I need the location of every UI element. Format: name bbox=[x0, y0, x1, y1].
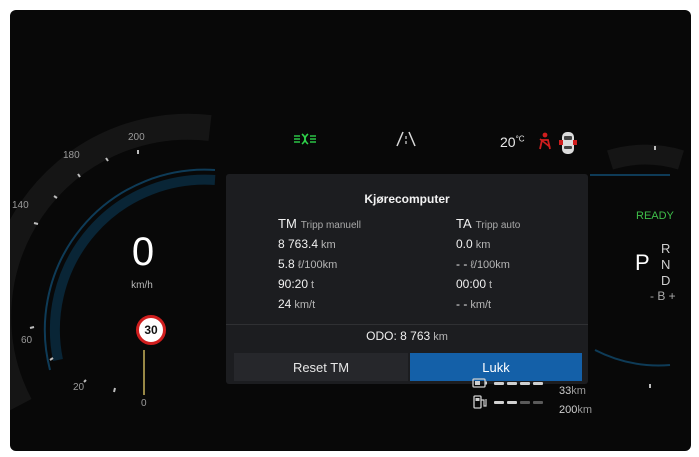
ready-indicator: READY bbox=[636, 210, 674, 222]
fuel-range: 200km bbox=[559, 404, 592, 416]
speed-scale-label: 0 bbox=[141, 398, 147, 409]
gear-park: P bbox=[635, 250, 650, 275]
tm-avg-speed-value: 24 bbox=[278, 297, 292, 311]
trip-computer-dialog: Kjørecomputer TM Tripp manuell TA Tripp au… bbox=[226, 174, 588, 384]
road-icon bbox=[396, 131, 416, 147]
fuel-pump-icon bbox=[473, 395, 487, 409]
speed-scale-label: 20 bbox=[73, 382, 85, 393]
tm-time: 90:20 t bbox=[278, 277, 314, 291]
trip-manual-code: TM bbox=[278, 216, 297, 231]
tm-time-value: 90:20 bbox=[278, 277, 309, 291]
temperature-unit: °C bbox=[515, 134, 525, 144]
battery-bar-segment bbox=[520, 382, 530, 385]
electric-range-value: 33 bbox=[559, 385, 572, 397]
right-gauge-outer-arc bbox=[607, 144, 684, 170]
ta-consumption-unit: ℓ/100km bbox=[470, 259, 510, 271]
trip-auto-code: TA bbox=[456, 216, 472, 231]
instrument-cluster: 200 180 140 60 20 0 0 km/h 30 20°C READY… bbox=[10, 10, 691, 451]
fuel-bar-segment bbox=[520, 401, 530, 404]
tm-consumption-value: 5.8 bbox=[278, 257, 295, 271]
fuel-bar-segment bbox=[494, 401, 504, 404]
dialog-title: Kjørecomputer bbox=[364, 192, 450, 206]
speed-unit-label: km/h bbox=[131, 280, 153, 291]
fuel-range-value: 200 bbox=[559, 404, 578, 416]
tm-distance: 8 763.4 km bbox=[278, 237, 336, 251]
ta-avg-speed: - - km/t bbox=[456, 297, 491, 311]
electric-range: 33km bbox=[559, 385, 586, 397]
dialog-divider bbox=[226, 324, 588, 325]
outside-temperature: 20°C bbox=[500, 134, 525, 150]
close-button[interactable]: Lukk bbox=[410, 353, 582, 381]
tm-avg-speed: 24 km/t bbox=[278, 297, 315, 311]
reset-tm-button[interactable]: Reset TM bbox=[234, 353, 408, 381]
tm-distance-unit: km bbox=[321, 239, 336, 251]
tm-time-unit: t bbox=[311, 279, 315, 291]
battery-bar-segment bbox=[533, 382, 543, 385]
trip-auto-header: TA Tripp auto bbox=[456, 216, 520, 231]
gear-neutral: N bbox=[661, 257, 671, 272]
tm-distance-value: 8 763.4 bbox=[278, 237, 319, 251]
speed-scale-label: 200 bbox=[128, 132, 145, 143]
right-gauge-ticks bbox=[649, 146, 656, 388]
gear-brake-mode: - B + bbox=[650, 289, 676, 303]
fuel-bar-segment bbox=[507, 401, 517, 404]
seatbelt-warning-icon bbox=[539, 132, 551, 150]
temperature-value: 20 bbox=[500, 134, 516, 150]
fuel-range-unit: km bbox=[577, 404, 593, 416]
ta-distance-unit: km bbox=[475, 239, 491, 251]
odometer-value: 8 763 bbox=[400, 329, 431, 343]
trip-manual-header: TM Tripp manuell bbox=[278, 216, 361, 231]
battery-bar-segment bbox=[507, 382, 517, 385]
ta-avg-speed-unit: km/t bbox=[470, 299, 492, 311]
ta-time-value: 00:00 bbox=[456, 277, 487, 291]
trip-auto-name: Tripp auto bbox=[475, 220, 521, 231]
battery-icon bbox=[472, 378, 487, 388]
ta-consumption-value: - - bbox=[456, 257, 468, 271]
battery-bar-segment bbox=[494, 382, 504, 385]
odometer-label: ODO: bbox=[366, 329, 397, 343]
ta-time: 00:00 t bbox=[456, 277, 492, 291]
odometer-unit: km bbox=[433, 331, 448, 343]
speed-limit-sign: 30 bbox=[136, 315, 166, 345]
speed-scale-label: 140 bbox=[12, 200, 29, 211]
ta-time-unit: t bbox=[489, 279, 493, 291]
ta-distance-value: 0.0 bbox=[456, 237, 473, 251]
ta-avg-speed-value: - - bbox=[456, 297, 468, 311]
tm-consumption: 5.8 ℓ/100km bbox=[278, 257, 337, 271]
trip-manual-name: Tripp manuell bbox=[300, 220, 361, 231]
speed-scale-label: 180 bbox=[63, 150, 80, 161]
speed-readout: 0 bbox=[131, 230, 155, 274]
screenshot-stage: 200 180 140 60 20 0 0 km/h 30 20°C READY… bbox=[0, 0, 699, 457]
gear-drive: D bbox=[661, 273, 671, 288]
tm-consumption-unit: ℓ/100km bbox=[297, 259, 338, 271]
gear-reverse: R bbox=[661, 241, 671, 256]
ta-consumption: - - ℓ/100km bbox=[456, 257, 510, 271]
speedometer-outer-arc bbox=[10, 113, 212, 411]
speed-scale-label: 60 bbox=[21, 335, 33, 346]
tm-avg-speed-unit: km/t bbox=[294, 299, 316, 311]
fuel-bar-segment bbox=[533, 401, 543, 404]
electric-range-unit: km bbox=[571, 385, 586, 397]
car-doors-icon bbox=[559, 132, 577, 154]
low-beam-indicator-icon bbox=[294, 133, 316, 145]
ta-distance: 0.0 km bbox=[456, 237, 490, 251]
odometer: ODO: 8 763 km bbox=[226, 329, 588, 343]
right-gauge-lower-arc bbox=[594, 349, 671, 367]
